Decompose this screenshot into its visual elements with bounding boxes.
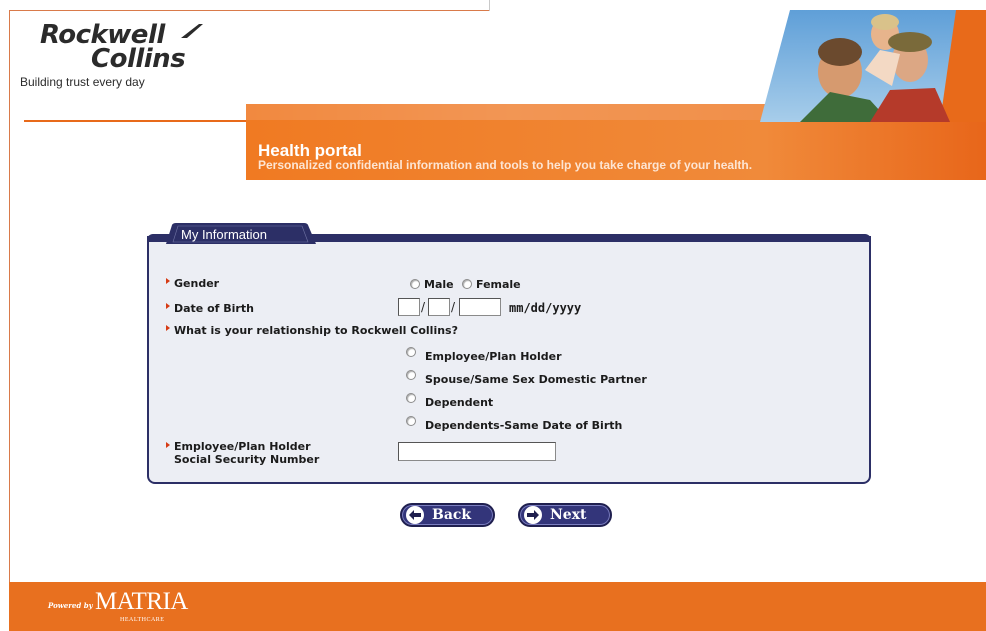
gender-female-radio[interactable] <box>462 279 472 289</box>
next-button[interactable]: Next <box>518 503 612 527</box>
company-logo: Rockwell Collins Building trust every da… <box>20 18 234 98</box>
ssn-label-line1: Employee/Plan Holder <box>174 440 311 453</box>
relationship-label: What is your relationship to Rockwell Co… <box>174 324 458 337</box>
portal-subtitle: Personalized confidential information an… <box>258 158 753 172</box>
left-divider <box>9 11 10 631</box>
matria-logo-subtitle: HEALTHCARE <box>120 617 165 623</box>
ssn-input[interactable] <box>398 442 556 461</box>
dob-label: Date of Birth <box>174 302 254 315</box>
gender-female-label: Female <box>476 278 521 291</box>
relationship-dependent-radio[interactable] <box>406 393 416 403</box>
relationship-dependents-same-dob-label: Dependents-Same Date of Birth <box>425 419 623 432</box>
dob-format-hint: mm/dd/yyyy <box>509 301 582 315</box>
next-button-label: Next <box>550 507 587 523</box>
required-arrow-icon <box>166 325 170 331</box>
dob-day-input[interactable] <box>428 298 450 316</box>
top-divider <box>9 10 489 11</box>
top-divider-tick <box>489 0 490 11</box>
logo-swoosh-icon <box>181 24 203 38</box>
dob-year-input[interactable] <box>459 298 501 316</box>
dob-separator: / <box>451 300 456 314</box>
logo-tagline: Building trust every day <box>20 75 145 89</box>
matria-logo: MATRIA <box>95 588 188 615</box>
gender-label: Gender <box>174 277 220 290</box>
relationship-employee-radio[interactable] <box>406 347 416 357</box>
arrow-right-icon <box>524 506 542 524</box>
relationship-dependents-same-dob-radio[interactable] <box>406 416 416 426</box>
relationship-spouse-radio[interactable] <box>406 370 416 380</box>
relationship-employee-label: Employee/Plan Holder <box>425 350 562 363</box>
back-button[interactable]: Back <box>400 503 495 527</box>
logo-text-line2: Collins <box>91 44 186 74</box>
family-photo <box>760 10 986 122</box>
required-arrow-icon <box>166 278 170 284</box>
page: Rockwell Collins Building trust every da… <box>0 0 986 631</box>
arrow-left-icon <box>406 506 424 524</box>
required-arrow-icon <box>166 442 170 448</box>
ssn-label-line2: Social Security Number <box>174 453 320 466</box>
dob-month-input[interactable] <box>398 298 420 316</box>
panel-title: My Information <box>181 227 267 242</box>
dob-separator: / <box>421 300 426 314</box>
back-button-label: Back <box>432 507 472 523</box>
gender-male-radio[interactable] <box>410 279 420 289</box>
powered-by-text: Powered by <box>48 601 93 610</box>
gender-male-label: Male <box>424 278 454 291</box>
relationship-dependent-label: Dependent <box>425 396 494 409</box>
banner-rule <box>24 120 246 122</box>
relationship-spouse-label: Spouse/Same Sex Domestic Partner <box>425 373 647 386</box>
required-arrow-icon <box>166 303 170 309</box>
